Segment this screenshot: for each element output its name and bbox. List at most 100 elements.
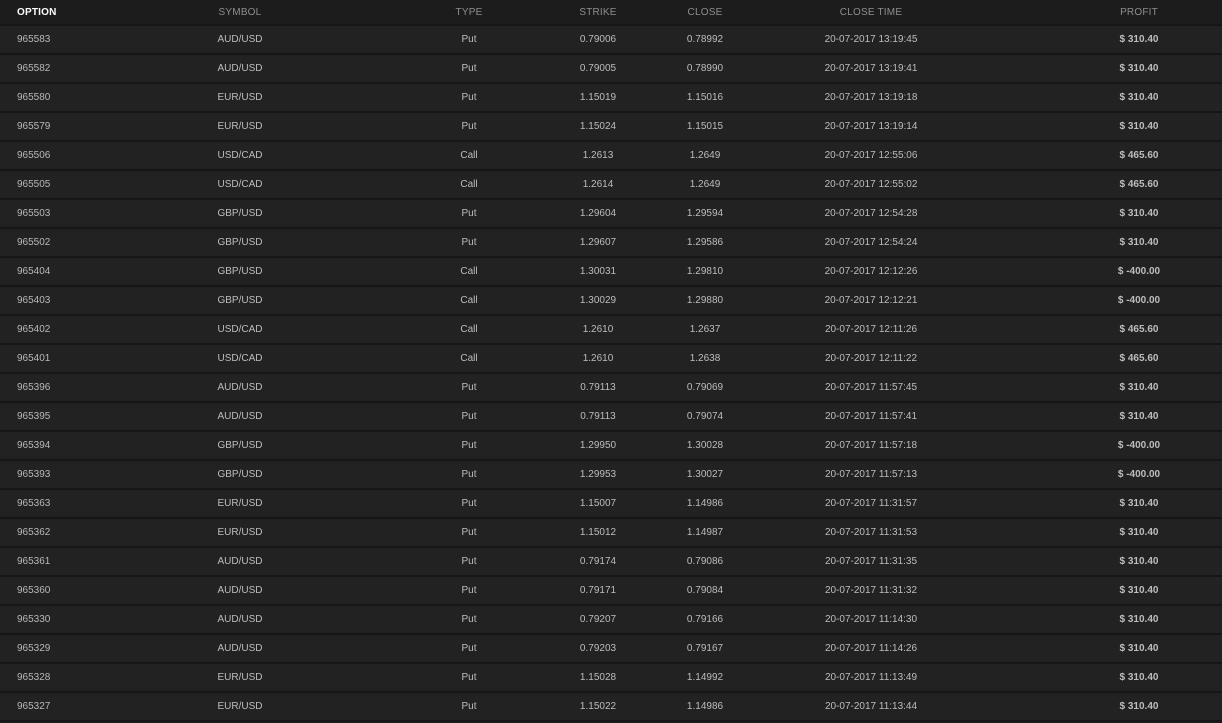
table-row[interactable]: 965327 EUR/USD Put 1.15022 1.14986 20-07-2017… bbox=[0, 693, 1222, 722]
close-cell: 0.79069 bbox=[686, 382, 724, 393]
close-cell: 0.79074 bbox=[686, 411, 724, 422]
close-cell: 0.79084 bbox=[686, 585, 724, 596]
close-time-cell: 20-07-2017 12:54:28 bbox=[824, 208, 918, 219]
table-row[interactable]: 965505 USD/CAD Call 1.2614 1.2649 20-07-2017 … bbox=[0, 171, 1222, 200]
option-cell: 965396 bbox=[17, 382, 51, 393]
close-cell: 1.14992 bbox=[686, 672, 724, 683]
table-row[interactable]: 965502 GBP/USD Put 1.29607 1.29586 20-07-2017… bbox=[0, 229, 1222, 258]
type-cell: Put bbox=[461, 585, 477, 596]
symbol-cell: GBP/USD bbox=[217, 295, 263, 306]
profit-cell: $ 310.40 bbox=[1119, 672, 1159, 683]
close-cell: 1.29594 bbox=[686, 208, 724, 219]
table-row[interactable]: 965328 EUR/USD Put 1.15028 1.14992 20-07-2017… bbox=[0, 664, 1222, 693]
option-cell: 965328 bbox=[17, 672, 51, 683]
option-cell: 965330 bbox=[17, 614, 51, 625]
table-row[interactable]: 965402 USD/CAD Call 1.2610 1.2637 20-07-2017 … bbox=[0, 316, 1222, 345]
profit-cell: $ 310.40 bbox=[1119, 701, 1159, 712]
profit-cell: $ 310.40 bbox=[1119, 498, 1159, 509]
close-cell: 1.15016 bbox=[686, 92, 724, 103]
table-row[interactable]: 965506 USD/CAD Call 1.2613 1.2649 20-07-2017 … bbox=[0, 142, 1222, 171]
strike-cell: 1.2610 bbox=[582, 324, 614, 335]
table-row[interactable]: 965580 EUR/USD Put 1.15019 1.15016 20-07-2017… bbox=[0, 84, 1222, 113]
symbol-cell: AUD/USD bbox=[217, 63, 263, 74]
profit-cell: $ -400.00 bbox=[1117, 295, 1161, 306]
type-cell: Put bbox=[461, 614, 477, 625]
close-cell: 1.30028 bbox=[686, 440, 724, 451]
header-strike[interactable]: STRIKE bbox=[548, 0, 648, 24]
close-time-cell: 20-07-2017 12:55:06 bbox=[824, 150, 918, 161]
type-cell: Put bbox=[461, 63, 477, 74]
symbol-cell: AUD/USD bbox=[217, 556, 263, 567]
header-option[interactable]: OPTION bbox=[17, 0, 57, 24]
strike-cell: 0.79203 bbox=[579, 643, 617, 654]
profit-cell: $ 310.40 bbox=[1119, 527, 1159, 538]
symbol-cell: EUR/USD bbox=[217, 92, 263, 103]
strike-cell: 1.2610 bbox=[582, 353, 614, 364]
close-time-cell: 20-07-2017 11:14:26 bbox=[824, 643, 918, 654]
table-row[interactable]: 965394 GBP/USD Put 1.29950 1.30028 20-07-2017… bbox=[0, 432, 1222, 461]
type-cell: Put bbox=[461, 469, 477, 480]
symbol-cell: AUD/USD bbox=[217, 585, 263, 596]
symbol-cell: USD/CAD bbox=[217, 150, 263, 161]
option-cell: 965502 bbox=[17, 237, 51, 248]
close-time-cell: 20-07-2017 11:31:32 bbox=[824, 585, 918, 596]
header-symbol[interactable]: SYMBOL bbox=[190, 0, 290, 24]
option-cell: 965583 bbox=[17, 34, 51, 45]
symbol-cell: EUR/USD bbox=[217, 121, 263, 132]
header-close[interactable]: CLOSE bbox=[655, 0, 755, 24]
symbol-cell: EUR/USD bbox=[217, 672, 263, 683]
header-profit[interactable]: PROFIT bbox=[1089, 0, 1189, 24]
type-cell: Put bbox=[461, 34, 477, 45]
table-row[interactable]: 965582 AUD/USD Put 0.79005 0.78990 20-07-2017… bbox=[0, 55, 1222, 84]
option-cell: 965580 bbox=[17, 92, 51, 103]
table-row[interactable]: 965329 AUD/USD Put 0.79203 0.79167 20-07-2017… bbox=[0, 635, 1222, 664]
option-cell: 965403 bbox=[17, 295, 51, 306]
table-row[interactable]: 965579 EUR/USD Put 1.15024 1.15015 20-07-2017… bbox=[0, 113, 1222, 142]
close-time-cell: 20-07-2017 13:19:41 bbox=[824, 63, 918, 74]
type-cell: Call bbox=[460, 324, 478, 335]
symbol-cell: USD/CAD bbox=[217, 353, 263, 364]
close-time-cell: 20-07-2017 12:54:24 bbox=[824, 237, 918, 248]
close-time-cell: 20-07-2017 11:13:49 bbox=[824, 672, 918, 683]
type-cell: Put bbox=[461, 237, 477, 248]
option-cell: 965402 bbox=[17, 324, 51, 335]
type-cell: Call bbox=[460, 179, 478, 190]
type-cell: Put bbox=[461, 92, 477, 103]
table-row[interactable]: 965362 EUR/USD Put 1.15012 1.14987 20-07-2017… bbox=[0, 519, 1222, 548]
table-row[interactable]: 965403 GBP/USD Call 1.30029 1.29880 20-07-201… bbox=[0, 287, 1222, 316]
table-row[interactable]: 965330 AUD/USD Put 0.79207 0.79166 20-07-2017… bbox=[0, 606, 1222, 635]
close-cell: 1.2638 bbox=[689, 353, 721, 364]
table-row[interactable]: 965395 AUD/USD Put 0.79113 0.79074 20-07-2017… bbox=[0, 403, 1222, 432]
close-cell: 1.29880 bbox=[686, 295, 724, 306]
option-cell: 965579 bbox=[17, 121, 51, 132]
symbol-cell: AUD/USD bbox=[217, 614, 263, 625]
strike-cell: 1.29953 bbox=[579, 469, 617, 480]
profit-cell: $ 310.40 bbox=[1119, 63, 1159, 74]
profit-cell: $ 310.40 bbox=[1119, 121, 1159, 132]
profit-cell: $ -400.00 bbox=[1117, 266, 1161, 277]
type-cell: Put bbox=[461, 382, 477, 393]
table-row[interactable]: 965583 AUD/USD Put 0.79006 0.78992 20-07-2017… bbox=[0, 26, 1222, 55]
table-row[interactable]: 965361 AUD/USD Put 0.79174 0.79086 20-07-2017… bbox=[0, 548, 1222, 577]
table-row[interactable]: 965401 USD/CAD Call 1.2610 1.2638 20-07-2017 … bbox=[0, 345, 1222, 374]
close-cell: 0.79166 bbox=[686, 614, 724, 625]
type-cell: Put bbox=[461, 556, 477, 567]
close-cell: 0.78992 bbox=[686, 34, 724, 45]
profit-cell: $ 310.40 bbox=[1119, 411, 1159, 422]
table-row[interactable]: 965404 GBP/USD Call 1.30031 1.29810 20-07-201… bbox=[0, 258, 1222, 287]
type-cell: Call bbox=[460, 295, 478, 306]
header-type[interactable]: TYPE bbox=[419, 0, 519, 24]
profit-cell: $ 310.40 bbox=[1119, 643, 1159, 654]
table-row[interactable]: 965503 GBP/USD Put 1.29604 1.29594 20-07-2017… bbox=[0, 200, 1222, 229]
option-cell: 965363 bbox=[17, 498, 51, 509]
close-cell: 1.14986 bbox=[686, 701, 724, 712]
table-row[interactable]: 965393 GBP/USD Put 1.29953 1.30027 20-07-2017… bbox=[0, 461, 1222, 490]
option-cell: 965362 bbox=[17, 527, 51, 538]
table-row[interactable]: 965396 AUD/USD Put 0.79113 0.79069 20-07-2017… bbox=[0, 374, 1222, 403]
header-close-time[interactable]: CLOSE TIME bbox=[771, 0, 971, 24]
type-cell: Put bbox=[461, 527, 477, 538]
profit-cell: $ -400.00 bbox=[1117, 469, 1161, 480]
table-row[interactable]: 965360 AUD/USD Put 0.79171 0.79084 20-07-2017… bbox=[0, 577, 1222, 606]
symbol-cell: GBP/USD bbox=[217, 469, 263, 480]
table-row[interactable]: 965363 EUR/USD Put 1.15007 1.14986 20-07-2017… bbox=[0, 490, 1222, 519]
